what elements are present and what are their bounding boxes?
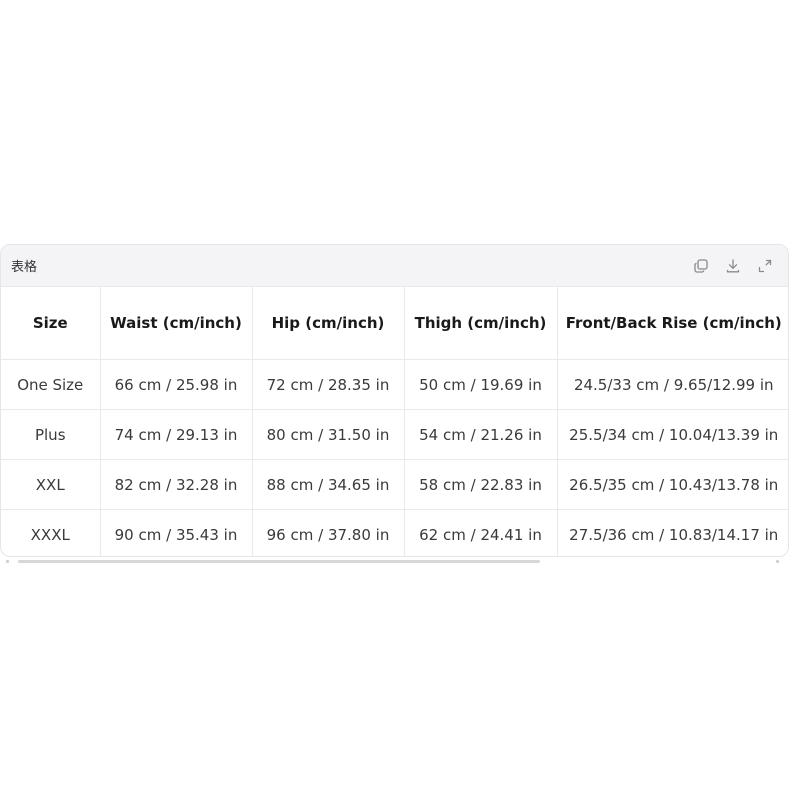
- scroll-arrow-left[interactable]: [6, 560, 9, 563]
- cell-rise: 27.5/36 cm / 10.83/14.17 in: [569, 525, 779, 544]
- header-size: Size: [1, 287, 101, 360]
- download-button[interactable]: [724, 257, 742, 275]
- panel-title: 表格: [11, 260, 38, 275]
- table-row: XXL 82 cm / 32.28 in 88 cm / 34.65 in 58…: [1, 459, 788, 510]
- cell-thigh: 58 cm / 22.83 in: [404, 459, 558, 510]
- expand-button[interactable]: [756, 257, 774, 275]
- cell-rise: 24.5/33 cm / 9.65/12.99 in: [557, 359, 788, 410]
- header-waist: Waist (cm/inch): [100, 287, 253, 360]
- header-actions: [692, 257, 774, 275]
- cell-thigh: 54 cm / 21.26 in: [404, 409, 558, 460]
- header-hip: Hip (cm/inch): [252, 287, 405, 360]
- header-thigh: Thigh (cm/inch): [404, 287, 558, 360]
- header-rise: Front/Back Rise (cm/inch): [557, 287, 788, 360]
- cell-waist: 66 cm / 25.98 in: [100, 359, 253, 410]
- size-table: Size Waist (cm/inch) Hip (cm/inch) Thigh…: [1, 287, 788, 556]
- cell-waist: 82 cm / 32.28 in: [100, 459, 253, 510]
- table-header-row: Size Waist (cm/inch) Hip (cm/inch) Thigh…: [1, 287, 788, 360]
- cell-waist: 74 cm / 29.13 in: [100, 409, 253, 460]
- copy-icon: [694, 258, 708, 273]
- cell-size: XXL: [1, 459, 101, 510]
- cell-thigh: 62 cm / 24.41 in: [404, 509, 558, 556]
- cell-size: XXXL: [1, 509, 101, 556]
- cell-hip: 80 cm / 31.50 in: [252, 409, 405, 460]
- copy-button[interactable]: [692, 257, 710, 275]
- table-row: Plus 74 cm / 29.13 in 80 cm / 31.50 in 5…: [1, 409, 788, 460]
- cell-rise: 26.5/35 cm / 10.43/13.78 in: [557, 459, 788, 510]
- panel-header: 表格: [1, 245, 788, 287]
- cell-hip: 88 cm / 34.65 in: [252, 459, 405, 510]
- table-row: XXXL 90 cm / 35.43 in 96 cm / 37.80 in 6…: [1, 509, 788, 556]
- table-row: One Size 66 cm / 25.98 in 72 cm / 28.35 …: [1, 359, 788, 410]
- cell-thigh: 50 cm / 19.69 in: [404, 359, 558, 410]
- cell-hip: 96 cm / 37.80 in: [252, 509, 405, 556]
- cell-hip: 72 cm / 28.35 in: [252, 359, 405, 410]
- cell-size: Plus: [1, 409, 101, 460]
- cell-waist: 90 cm / 35.43 in: [100, 509, 253, 556]
- table-panel: 表格 Size Waist (cm/inch) Hip (cm/inch) Th…: [0, 244, 789, 557]
- horizontal-scrollbar[interactable]: [18, 560, 540, 563]
- download-icon: [726, 258, 740, 272]
- expand-icon: [758, 259, 772, 272]
- cell-size: One Size: [1, 359, 101, 410]
- scroll-arrow-right[interactable]: [776, 560, 779, 563]
- cell-rise: 25.5/34 cm / 10.04/13.39 in: [557, 409, 788, 460]
